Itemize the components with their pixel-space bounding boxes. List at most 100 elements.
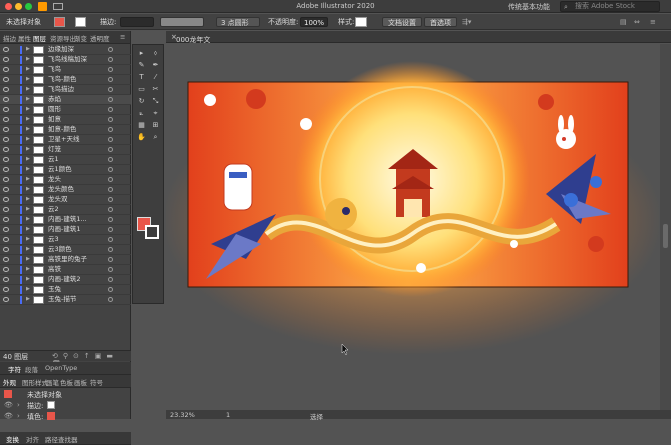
- layer-name[interactable]: 高铁: [48, 265, 61, 274]
- preferences-button[interactable]: 首选项: [424, 17, 457, 27]
- layer-row[interactable]: ▶ 龙头: [0, 175, 131, 185]
- pen-icon[interactable]: ✒: [151, 61, 160, 69]
- layer-target-icon[interactable]: [108, 87, 113, 92]
- warp-icon[interactable]: ⟀: [137, 109, 146, 117]
- layer-name[interactable]: 边缘加深: [48, 45, 74, 54]
- layer-row[interactable]: ▶ 玉兔-描节: [0, 295, 131, 305]
- visibility-eye-icon[interactable]: [3, 217, 9, 222]
- stroke-swatch[interactable]: [75, 17, 86, 27]
- tab-character[interactable]: 字符: [8, 364, 21, 374]
- visibility-eye-icon[interactable]: [3, 187, 9, 192]
- layer-row[interactable]: ▶ 龙头颜色: [0, 185, 131, 195]
- layer-name[interactable]: 云3颜色: [48, 245, 72, 254]
- tab-graphic-styles[interactable]: 图形样式: [22, 377, 48, 387]
- expand-triangle-icon[interactable]: ▶: [26, 125, 30, 134]
- appearance-fill-row[interactable]: 👁 › 填色:: [0, 411, 131, 422]
- tab-properties[interactable]: 属性: [18, 33, 31, 43]
- stroke-swatch-small[interactable]: [47, 401, 55, 409]
- tab-stroke[interactable]: 描边: [3, 33, 16, 43]
- expand-triangle-icon[interactable]: ▶: [26, 265, 30, 274]
- layer-row[interactable]: ▶ 云3: [0, 235, 131, 245]
- visibility-eye-icon[interactable]: [3, 117, 9, 122]
- fill-swatch[interactable]: [54, 17, 65, 27]
- selection-tool-icon[interactable]: ▸: [137, 49, 146, 57]
- expand-triangle-icon[interactable]: ▶: [26, 165, 30, 174]
- expand-triangle-icon[interactable]: ▶: [26, 155, 30, 164]
- document-tab[interactable]: ×000龙年文件（画色）.ai* @ 23.32% (CMYK/GPU 预览): [171, 33, 216, 90]
- layer-row[interactable]: ▶ 赤焰: [0, 95, 131, 105]
- vertical-scrollbar[interactable]: [660, 44, 671, 410]
- visibility-eye-icon[interactable]: [3, 77, 9, 82]
- expand-triangle-icon[interactable]: ▶: [26, 75, 30, 84]
- layer-target-icon[interactable]: [108, 157, 113, 162]
- tab-transform[interactable]: 变换: [6, 434, 19, 444]
- scale-icon[interactable]: ⤡: [151, 97, 160, 105]
- layer-name[interactable]: 如意-颜色: [48, 125, 76, 134]
- expand-triangle-icon[interactable]: ▶: [26, 275, 30, 284]
- layer-name[interactable]: 飞鸟: [48, 65, 61, 74]
- workspace-switcher[interactable]: 传统基本功能: [508, 2, 550, 12]
- tab-opentype[interactable]: OpenType: [45, 364, 77, 372]
- layer-row[interactable]: ▶ 内画-建筑1: [0, 225, 131, 235]
- visibility-eye-icon[interactable]: [3, 247, 9, 252]
- layer-target-icon[interactable]: [108, 147, 113, 152]
- layer-row[interactable]: ▶ 边缘加深: [0, 45, 131, 55]
- visibility-eye-icon[interactable]: [3, 97, 9, 102]
- stock-search-input[interactable]: ⌕ 搜索 Adobe Stock: [560, 1, 660, 12]
- layer-name[interactable]: 飞鸟-颜色: [48, 75, 76, 84]
- expand-triangle-icon[interactable]: ▶: [26, 215, 30, 224]
- layer-target-icon[interactable]: [108, 77, 113, 82]
- layer-row[interactable]: ▶ 飞鸟: [0, 65, 131, 75]
- expand-triangle-icon[interactable]: ▶: [26, 295, 30, 304]
- visibility-eye-icon[interactable]: [3, 177, 9, 182]
- layer-name[interactable]: 灯笼: [48, 145, 61, 154]
- visibility-eye-icon[interactable]: [3, 167, 9, 172]
- visibility-eye-icon[interactable]: [3, 57, 9, 62]
- visibility-eye-icon[interactable]: [3, 297, 9, 302]
- layer-row[interactable]: ▶ 云3颜色: [0, 245, 131, 255]
- rectangle-icon[interactable]: ▭: [137, 85, 146, 93]
- tab-brushes[interactable]: 画笔: [46, 377, 59, 387]
- layer-name[interactable]: 云3: [48, 235, 59, 244]
- layer-target-icon[interactable]: [108, 167, 113, 172]
- layer-name[interactable]: 赤焰: [48, 95, 61, 104]
- tab-transparency[interactable]: 透明度: [90, 33, 110, 43]
- type-icon[interactable]: T: [137, 73, 146, 81]
- layer-target-icon[interactable]: [108, 257, 113, 262]
- line-icon[interactable]: ⁄: [151, 73, 160, 81]
- tab-artboards[interactable]: 画板: [74, 377, 87, 387]
- transform-panel-icon[interactable]: ⇔: [634, 17, 640, 27]
- layer-row[interactable]: ▶ 高铁里的兔子: [0, 255, 131, 265]
- visibility-eye-icon[interactable]: [3, 237, 9, 242]
- expand-triangle-icon[interactable]: ▶: [26, 205, 30, 214]
- layer-row[interactable]: ▶ 高铁: [0, 265, 131, 275]
- chart-tool-icon[interactable]: ⊞: [151, 121, 160, 129]
- layer-name[interactable]: 飞鸟描边: [48, 85, 74, 94]
- layer-target-icon[interactable]: [108, 47, 113, 52]
- visibility-eye-icon[interactable]: [3, 197, 9, 202]
- brush-definition[interactable]: 3 点圆形: [216, 17, 260, 27]
- layer-row[interactable]: ▶ 飞鸟-颜色: [0, 75, 131, 85]
- layer-target-icon[interactable]: [108, 227, 113, 232]
- pencil-icon[interactable]: ✎: [137, 61, 146, 69]
- visibility-eye-icon[interactable]: [3, 47, 9, 52]
- tab-pathfinder[interactable]: 路径查找器: [45, 434, 78, 444]
- visibility-eye-icon[interactable]: [3, 67, 9, 72]
- layer-name[interactable]: 龙头颜色: [48, 185, 74, 194]
- stroke-weight-field[interactable]: [120, 17, 154, 27]
- layer-name[interactable]: 云2: [48, 205, 59, 214]
- eyedropper-icon[interactable]: ⌖: [151, 109, 160, 117]
- tab-align[interactable]: 对齐: [26, 434, 39, 444]
- visibility-eye-icon[interactable]: [3, 157, 9, 162]
- layer-target-icon[interactable]: [108, 117, 113, 122]
- document-setup-button[interactable]: 文档设置: [382, 17, 422, 27]
- layer-target-icon[interactable]: [108, 57, 113, 62]
- layer-target-icon[interactable]: [108, 277, 113, 282]
- layer-name[interactable]: 云1: [48, 155, 59, 164]
- expand-triangle-icon[interactable]: ▶: [26, 185, 30, 194]
- eye-icon[interactable]: 👁: [4, 401, 13, 409]
- expand-triangle-icon[interactable]: ▶: [26, 285, 30, 294]
- stroke-color-box[interactable]: [145, 225, 159, 239]
- visibility-eye-icon[interactable]: [3, 87, 9, 92]
- expand-triangle-icon[interactable]: ▶: [26, 245, 30, 254]
